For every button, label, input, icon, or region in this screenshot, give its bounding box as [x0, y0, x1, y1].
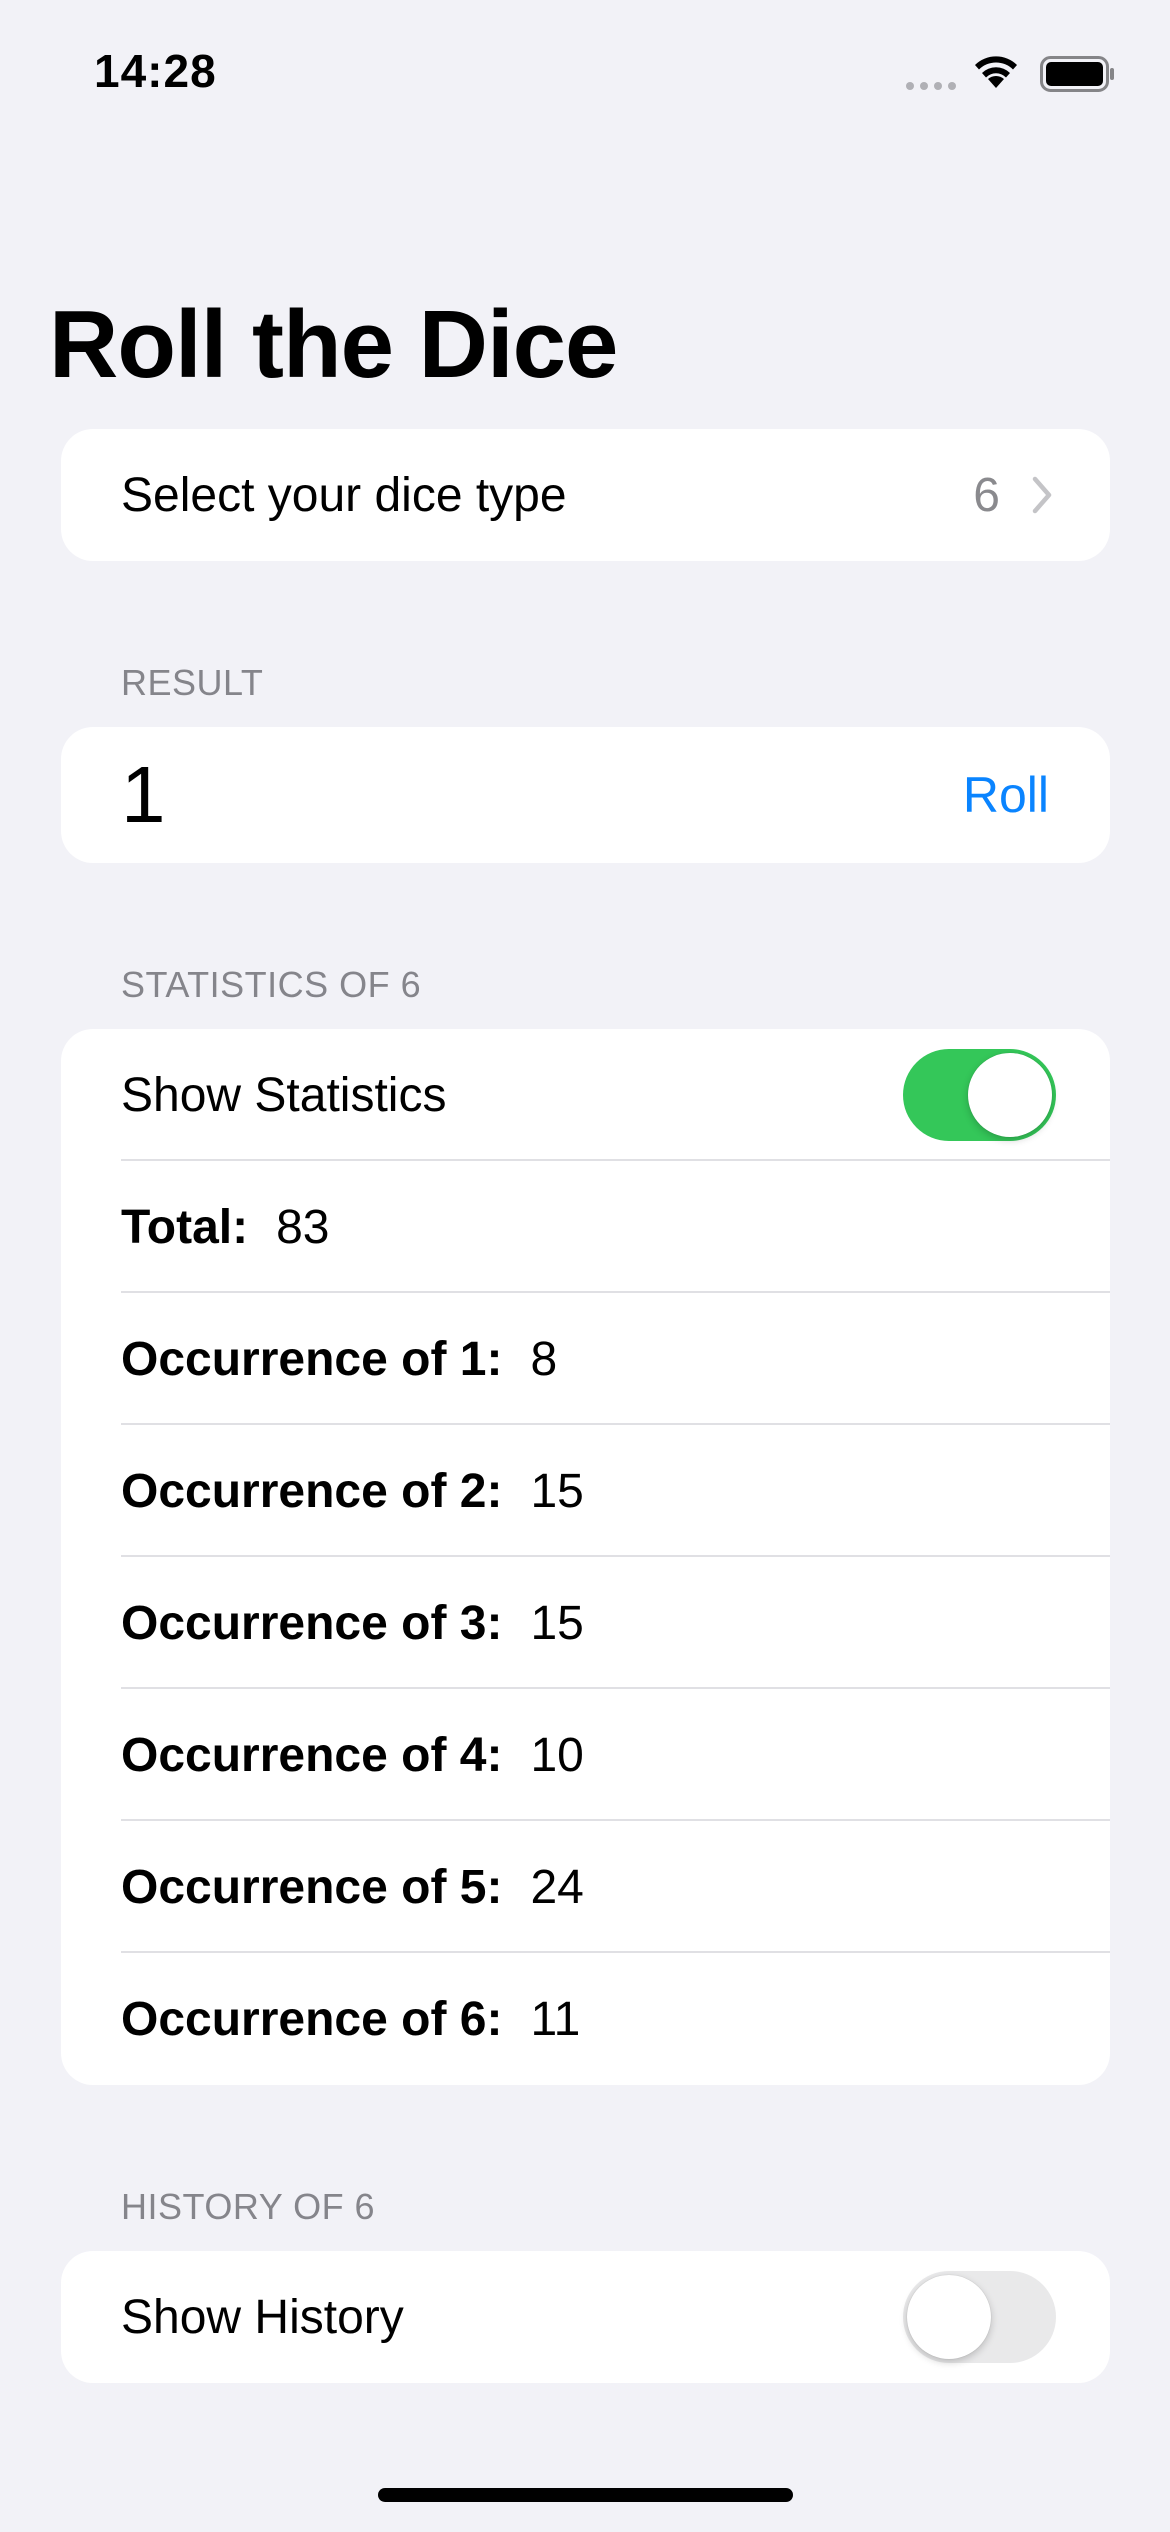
battery-icon: [1040, 56, 1114, 92]
statistics-section-header: STATISTICS OF 6: [121, 964, 422, 1005]
status-bar: 14:28: [0, 0, 1170, 150]
occurrence-label: Occurrence of 4:: [121, 1728, 503, 1782]
occurrence-value: 15: [530, 1464, 584, 1518]
dice-type-value: 6: [973, 468, 1000, 522]
chevron-right-icon: [1032, 476, 1052, 514]
statistics-card: Show Statistics Total: 83 Occurrence of …: [61, 1029, 1110, 2085]
dice-type-picker[interactable]: Select your dice type 6: [61, 429, 1110, 561]
occurrence-label: Occurrence of 6:: [121, 1992, 503, 2046]
total-value: 83: [276, 1200, 330, 1254]
page-title: Roll the Dice: [49, 291, 618, 398]
history-section-header: HISTORY OF 6: [121, 2186, 376, 2227]
result-value: 1: [121, 750, 166, 839]
show-history-row: Show History: [61, 2251, 1110, 2383]
show-statistics-row: Show Statistics: [61, 1029, 1110, 1161]
wifi-icon: [975, 56, 1017, 88]
occurrence-label: Occurrence of 1:: [121, 1332, 503, 1386]
occurrence-row: Occurrence of 4: 10: [61, 1689, 1110, 1821]
occurrence-value: 8: [530, 1332, 558, 1386]
show-history-label: Show History: [121, 2290, 404, 2344]
show-history-toggle[interactable]: [903, 2271, 1056, 2363]
occurrence-row: Occurrence of 5: 24: [61, 1821, 1110, 1953]
home-indicator: [378, 2488, 793, 2502]
result-card: 1 Roll: [61, 727, 1110, 863]
dice-type-card: Select your dice type 6: [61, 429, 1110, 561]
roll-button[interactable]: Roll: [963, 766, 1049, 824]
occurrence-value: 11: [530, 1992, 581, 2046]
result-row: 1 Roll: [61, 727, 1110, 863]
occurrence-row: Occurrence of 1: 8: [61, 1293, 1110, 1425]
history-card: Show History: [61, 2251, 1110, 2383]
status-time: 14:28: [94, 45, 217, 97]
dice-type-label: Select your dice type: [121, 468, 567, 522]
occurrence-row: Occurrence of 6: 11: [61, 1953, 1110, 2085]
result-section-header: RESULT: [121, 662, 264, 703]
occurrence-label: Occurrence of 3:: [121, 1596, 503, 1650]
cellular-signal-icon: [906, 82, 956, 90]
occurrence-label: Occurrence of 5:: [121, 1860, 503, 1914]
occurrence-value: 10: [530, 1728, 584, 1782]
occurrence-value: 24: [530, 1860, 584, 1914]
total-label: Total:: [121, 1200, 249, 1254]
occurrence-row: Occurrence of 3: 15: [61, 1557, 1110, 1689]
show-statistics-toggle[interactable]: [903, 1049, 1056, 1141]
occurrence-row: Occurrence of 2: 15: [61, 1425, 1110, 1557]
total-row: Total: 83: [61, 1161, 1110, 1293]
occurrence-label: Occurrence of 2:: [121, 1464, 503, 1518]
occurrence-value: 15: [530, 1596, 584, 1650]
show-statistics-label: Show Statistics: [121, 1068, 447, 1122]
